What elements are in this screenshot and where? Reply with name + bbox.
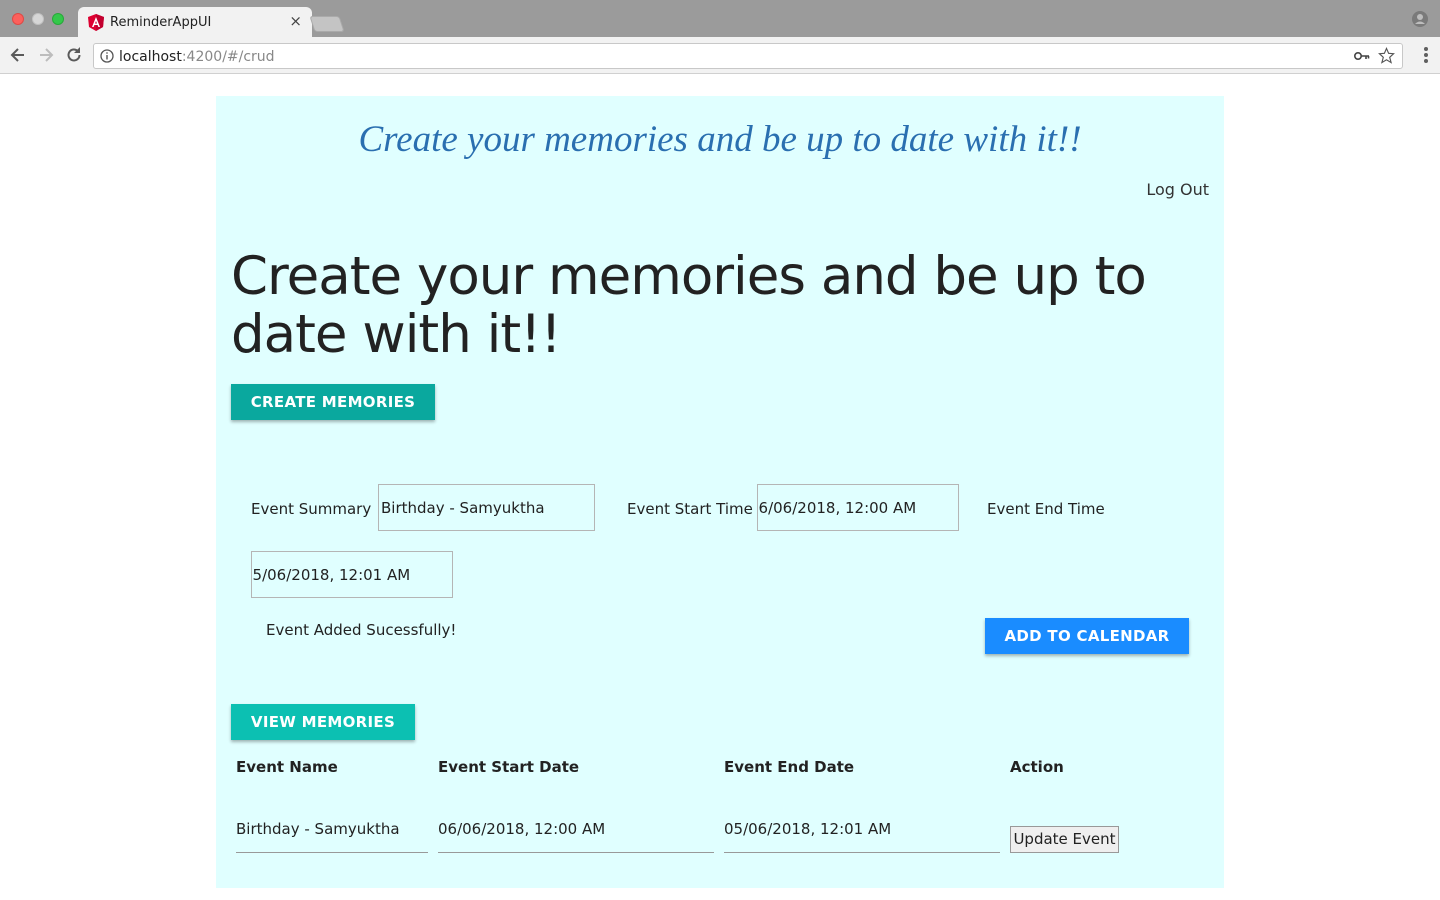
event-start-time-input[interactable]: 06/06/2018, 12:00 AM (757, 484, 959, 531)
key-icon[interactable] (1354, 50, 1370, 62)
browser-menu-icon[interactable] (1424, 47, 1428, 63)
event-name-value: Birthday - Samyuktha (236, 820, 400, 838)
event-end-time-label: Event End Time (987, 500, 1105, 518)
create-memories-button[interactable]: CREATE MEMORIES (231, 384, 435, 420)
column-header-action: Action (1010, 758, 1064, 776)
banner-title: Create your memories and be up to date w… (358, 119, 1082, 160)
bookmark-star-icon[interactable] (1378, 47, 1395, 64)
page-container: Create your memories and be up to date w… (216, 96, 1224, 888)
event-summary-input[interactable]: Birthday - Samyuktha (378, 484, 595, 531)
browser-toolbar: localhost:4200/#/crud (0, 37, 1440, 74)
new-tab-button[interactable] (309, 16, 345, 32)
url-text: localhost:4200/#/crud (119, 49, 275, 65)
event-end-date-cell: 05/06/2018, 12:01 AM (724, 820, 1000, 853)
event-start-time-label: Event Start Time (627, 500, 753, 518)
event-end-time-value: 05/06/2018, 12:01 AM (251, 566, 411, 584)
address-bar[interactable]: localhost:4200/#/crud (93, 43, 1403, 69)
column-header-start-date: Event Start Date (438, 758, 580, 776)
event-start-date-cell: 06/06/2018, 12:00 AM (438, 820, 714, 853)
tab-title: ReminderAppUI (110, 15, 212, 30)
page-title: Create your memories and be up to date w… (231, 246, 1147, 365)
event-start-date-value: 06/06/2018, 12:00 AM (438, 820, 606, 838)
status-message: Event Added Sucessfully! (266, 621, 457, 639)
back-arrow-icon[interactable] (8, 45, 28, 65)
browser-tab[interactable]: ReminderAppUI × (78, 7, 312, 37)
reload-icon[interactable] (64, 45, 84, 65)
browser-titlebar: ReminderAppUI × (0, 0, 1440, 37)
event-end-date-value: 05/06/2018, 12:01 AM (724, 820, 892, 838)
forward-arrow-icon[interactable] (36, 45, 56, 65)
maximize-window-button[interactable] (52, 13, 64, 25)
tab-close-icon[interactable]: × (289, 12, 302, 30)
angular-icon (88, 14, 104, 31)
url-path: :4200/#/crud (181, 49, 275, 65)
add-to-calendar-button[interactable]: ADD TO CALENDAR (985, 618, 1189, 654)
event-name-cell: Birthday - Samyuktha (236, 820, 428, 853)
profile-icon[interactable] (1412, 11, 1428, 27)
view-memories-button[interactable]: VIEW MEMORIES (231, 704, 415, 740)
logout-link[interactable]: Log Out (1146, 180, 1209, 199)
event-start-time-value: 06/06/2018, 12:00 AM (757, 499, 917, 517)
update-event-button[interactable]: Update Event (1010, 826, 1119, 853)
url-host: localhost (119, 49, 182, 65)
minimize-window-button[interactable] (32, 13, 44, 25)
column-header-event-name: Event Name (236, 758, 338, 776)
column-header-end-date: Event End Date (724, 758, 855, 776)
event-summary-value: Birthday - Samyuktha (381, 499, 545, 517)
info-icon[interactable] (100, 49, 114, 63)
event-end-time-input[interactable]: 05/06/2018, 12:01 AM (251, 551, 453, 598)
event-summary-label: Event Summary (251, 500, 372, 518)
close-window-button[interactable] (12, 13, 24, 25)
